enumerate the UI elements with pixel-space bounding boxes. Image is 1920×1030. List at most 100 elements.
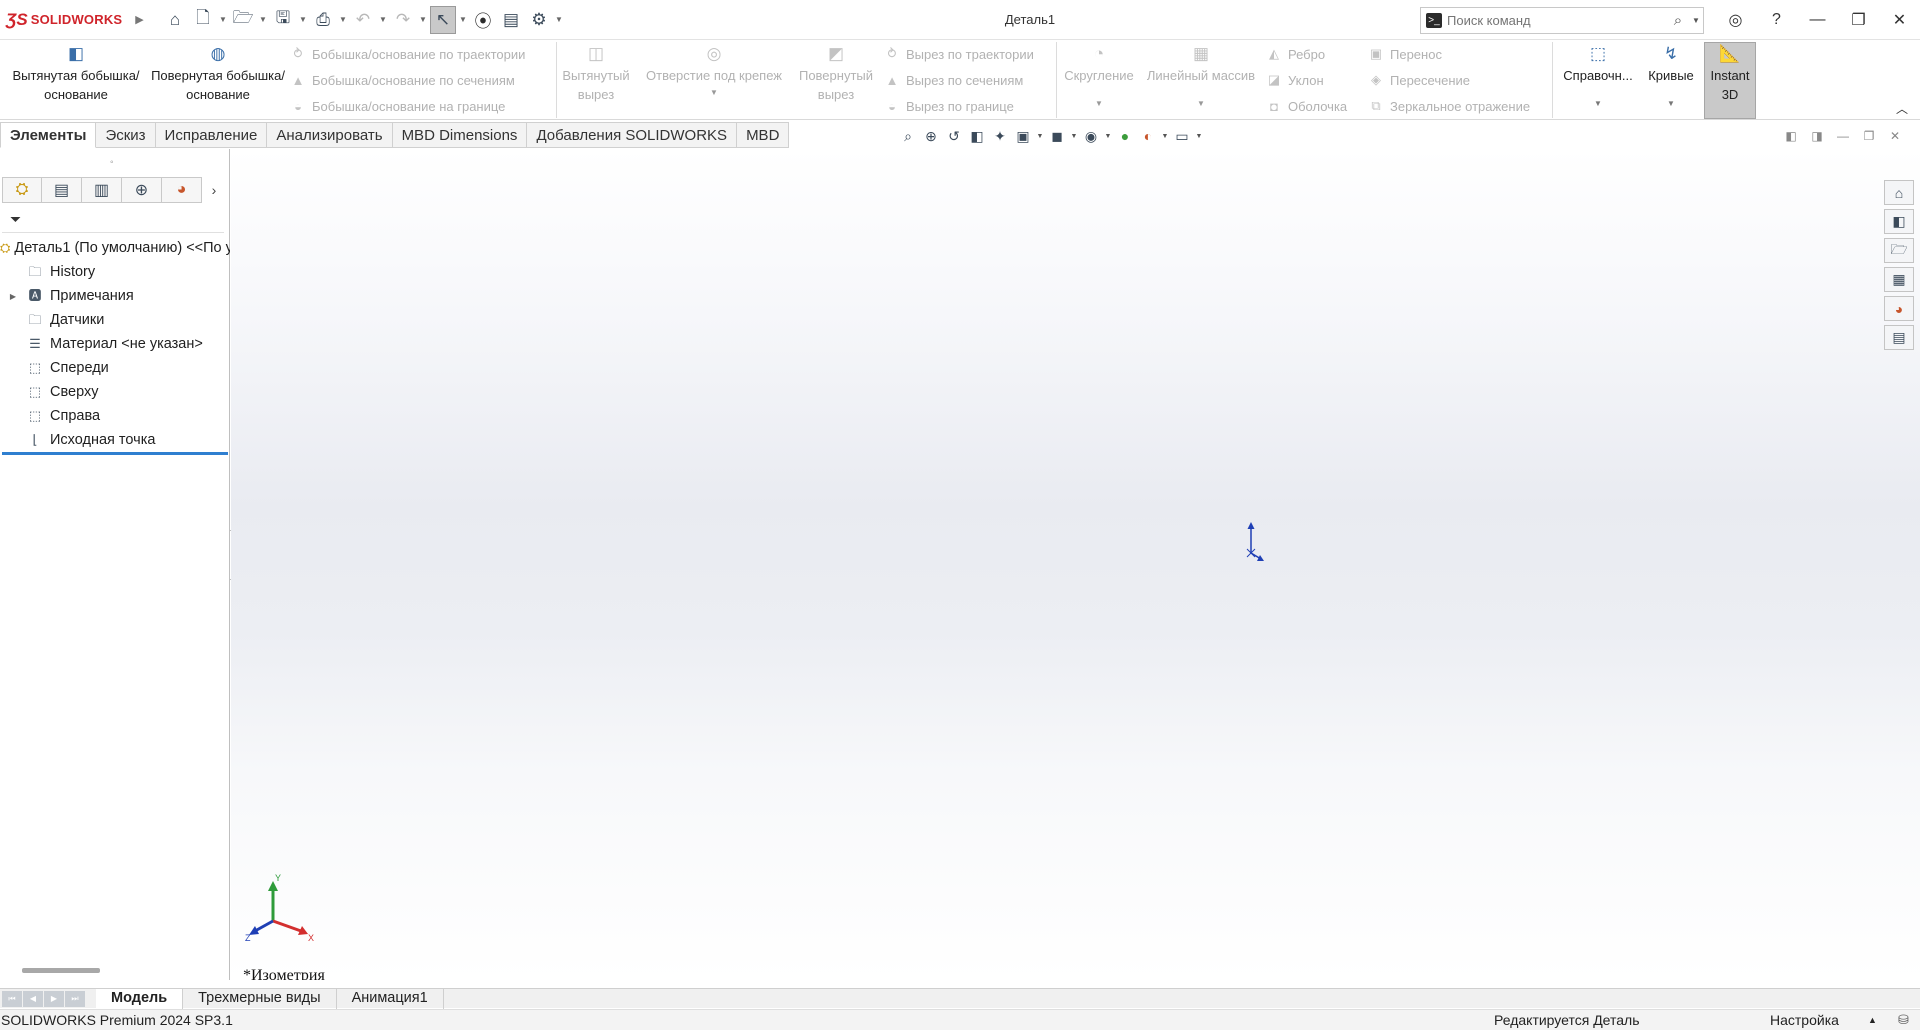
tree-item-history[interactable]: 🗀 History bbox=[0, 260, 230, 284]
property-manager-tab[interactable]: ▤ bbox=[42, 177, 82, 203]
intersect-button[interactable]: ◈ Пересечение bbox=[1368, 70, 1470, 90]
new-dropdown-chevron-icon[interactable]: ▼ bbox=[218, 6, 228, 34]
custom-properties-icon[interactable]: ▤ bbox=[1884, 325, 1914, 350]
graphics-area[interactable]: Y X Z *Изометрия bbox=[231, 149, 1920, 980]
edit-appearance-icon[interactable]: ● bbox=[1115, 126, 1135, 146]
more-tabs-chevron-icon[interactable]: › bbox=[202, 177, 226, 203]
hole-wizard-button[interactable]: ◎ Отверстие под крепеж ▼ bbox=[638, 44, 790, 98]
section-view-icon[interactable]: ◧ bbox=[967, 126, 987, 146]
expand-arrow-icon[interactable]: ▶ bbox=[0, 292, 26, 301]
view-palette-icon[interactable]: ▦ bbox=[1884, 267, 1914, 292]
tab-3d-views[interactable]: Трехмерные виды bbox=[183, 989, 337, 1009]
tab-mbd[interactable]: MBD bbox=[737, 122, 790, 148]
options-gear-icon[interactable]: ⚙ bbox=[526, 6, 552, 34]
hide-show-items-icon[interactable]: ◉ bbox=[1081, 126, 1101, 146]
boundary-boss-button[interactable]: ◒ Бобышка/основание на границе bbox=[290, 96, 505, 116]
tree-item-right-plane[interactable]: ⬚ Справа bbox=[0, 404, 230, 428]
solidworks-resources-home-icon[interactable]: ⌂ bbox=[1884, 180, 1914, 205]
redo-icon[interactable]: ↷ bbox=[390, 6, 416, 34]
file-explorer-folder-icon[interactable]: 🗁 bbox=[1884, 238, 1914, 263]
curves-dropdown-chevron-icon[interactable]: ▼ bbox=[1642, 99, 1700, 109]
linear-pattern-dropdown-chevron-icon[interactable]: ▼ bbox=[1142, 99, 1260, 109]
help-icon[interactable]: ? bbox=[1756, 0, 1797, 40]
minimize-icon[interactable]: — bbox=[1797, 0, 1838, 40]
rib-button[interactable]: ◭ Ребро bbox=[1266, 44, 1325, 64]
tree-filter[interactable]: ⏷ bbox=[2, 207, 224, 233]
tab-features[interactable]: Элементы bbox=[0, 122, 97, 148]
move-button[interactable]: ▣ Перенос bbox=[1368, 44, 1442, 64]
display-style-icon[interactable]: ◼ bbox=[1047, 126, 1067, 146]
close-icon[interactable]: ✕ bbox=[1879, 0, 1920, 40]
search-dropdown-chevron-icon[interactable]: ▼ bbox=[1689, 16, 1703, 25]
extruded-boss-button[interactable]: ◧ Вытянутая бобышка/основание bbox=[8, 44, 144, 104]
reference-dropdown-chevron-icon[interactable]: ▼ bbox=[1556, 99, 1640, 109]
hide-show-dropdown-chevron-icon[interactable]: ▼ bbox=[1104, 133, 1112, 140]
fillet-button[interactable]: ◔ Скругление ▼ bbox=[1058, 44, 1140, 109]
hole-wizard-dropdown-chevron-icon[interactable]: ▼ bbox=[638, 88, 790, 98]
view-orientation-dropdown-chevron-icon[interactable]: ▼ bbox=[1036, 133, 1044, 140]
reference-geometry-button[interactable]: ⬚ Справочн... ▼ bbox=[1556, 44, 1640, 109]
tile-right-icon[interactable]: ◨ bbox=[1809, 128, 1825, 144]
open-folder-icon[interactable]: 🗁 bbox=[230, 6, 256, 34]
doc-minimize-icon[interactable]: — bbox=[1835, 128, 1851, 144]
select-dropdown-chevron-icon[interactable]: ▼ bbox=[458, 6, 468, 34]
unit-system-menu[interactable]: Настройка bbox=[1770, 1010, 1839, 1030]
solidworks-logo[interactable]: ƷS SOLIDWORKS ▶ bbox=[0, 0, 144, 40]
rebuild-traffic-light-icon[interactable]: ⦿ bbox=[470, 6, 496, 34]
boundary-cut-button[interactable]: ◒ Вырез по границе bbox=[884, 96, 1014, 116]
extruded-cut-button[interactable]: ◫ Вытянутый вырез bbox=[558, 44, 634, 104]
print-dropdown-chevron-icon[interactable]: ▼ bbox=[338, 6, 348, 34]
tab-model[interactable]: Модель bbox=[96, 989, 184, 1009]
print-icon[interactable]: ⎙ bbox=[310, 6, 336, 34]
appearances-scenes-icon[interactable]: ◕ bbox=[1884, 296, 1914, 321]
lofted-cut-button[interactable]: ▲ Вырез по сечениям bbox=[884, 70, 1024, 90]
tab-mbd-dimensions[interactable]: MBD Dimensions bbox=[392, 122, 528, 148]
prev-tab-arrow-icon[interactable]: ◀ bbox=[23, 990, 43, 1007]
dimxpert-manager-tab[interactable]: ⊕ bbox=[122, 177, 162, 203]
doc-close-icon[interactable]: ✕ bbox=[1887, 128, 1903, 144]
tree-item-part[interactable]: ⛭ Деталь1 (По умолчанию) <<По у bbox=[0, 236, 230, 260]
tab-solidworks-addins[interactable]: Добавления SOLIDWORKS bbox=[527, 122, 738, 148]
new-document-icon[interactable]: 🗋 bbox=[190, 6, 216, 34]
rebuild-status-icon[interactable]: ⛁ bbox=[1898, 1010, 1909, 1030]
tab-sketch[interactable]: Эскиз bbox=[96, 122, 156, 148]
open-dropdown-chevron-icon[interactable]: ▼ bbox=[258, 6, 268, 34]
view-settings-monitor-icon[interactable]: ▭ bbox=[1172, 126, 1192, 146]
feature-manager-tab[interactable]: ⛭ bbox=[2, 177, 42, 203]
tab-motion-study[interactable]: Анимация1 bbox=[337, 989, 444, 1009]
instant3d-button[interactable]: 📐 Instant 3D bbox=[1704, 44, 1756, 104]
zoom-to-area-icon[interactable]: ⊕ bbox=[921, 126, 941, 146]
linear-pattern-button[interactable]: ▦ Линейный массив ▼ bbox=[1142, 44, 1260, 109]
collapse-ribbon-chevron-icon[interactable]: ︿ bbox=[1896, 100, 1908, 117]
save-icon[interactable]: 🖫 bbox=[270, 6, 296, 34]
lofted-boss-button[interactable]: ▲ Бобышка/основание по сечениям bbox=[290, 70, 515, 90]
doc-restore-icon[interactable]: ❐ bbox=[1861, 128, 1877, 144]
file-properties-icon[interactable]: ▤ bbox=[498, 6, 524, 34]
swept-boss-button[interactable]: ⥁ Бобышка/основание по траектории bbox=[290, 44, 526, 64]
options-dropdown-chevron-icon[interactable]: ▼ bbox=[554, 6, 564, 34]
fillet-dropdown-chevron-icon[interactable]: ▼ bbox=[1058, 99, 1140, 109]
tree-item-material[interactable]: ☰ Материал <не указан> bbox=[0, 332, 230, 356]
next-tab-arrow-icon[interactable]: ▶ bbox=[44, 990, 64, 1007]
restore-icon[interactable]: ❐ bbox=[1838, 0, 1879, 40]
panel-grip-icon[interactable]: ◦ bbox=[110, 157, 114, 168]
last-tab-arrow-icon[interactable]: ⏭ bbox=[65, 990, 85, 1007]
tile-left-icon[interactable]: ◧ bbox=[1783, 128, 1799, 144]
search-icon[interactable]: ⌕ bbox=[1667, 12, 1689, 29]
select-cursor-icon[interactable]: ↖ bbox=[430, 5, 456, 34]
chevron-right-icon[interactable]: ▶ bbox=[135, 13, 143, 26]
account-icon[interactable]: ◎ bbox=[1715, 0, 1756, 40]
tab-evaluate[interactable]: Анализировать bbox=[267, 122, 393, 148]
home-icon[interactable]: ⌂ bbox=[162, 6, 188, 34]
revolved-boss-button[interactable]: ◍ Повернутая бобышка/основание bbox=[150, 44, 286, 104]
first-tab-arrow-icon[interactable]: ⏮ bbox=[2, 990, 22, 1007]
swept-cut-button[interactable]: ⥁ Вырез по траектории bbox=[884, 44, 1034, 64]
undo-icon[interactable]: ↶ bbox=[350, 6, 376, 34]
dynamic-annotation-icon[interactable]: ✦ bbox=[990, 126, 1010, 146]
display-style-dropdown-chevron-icon[interactable]: ▼ bbox=[1070, 133, 1078, 140]
view-settings-dropdown-chevron-icon[interactable]: ▼ bbox=[1195, 133, 1203, 140]
tab-repair[interactable]: Исправление bbox=[155, 122, 268, 148]
unit-system-caret-icon[interactable]: ▲ bbox=[1868, 1010, 1877, 1030]
undo-dropdown-chevron-icon[interactable]: ▼ bbox=[378, 6, 388, 34]
rollback-bar[interactable] bbox=[2, 452, 228, 455]
